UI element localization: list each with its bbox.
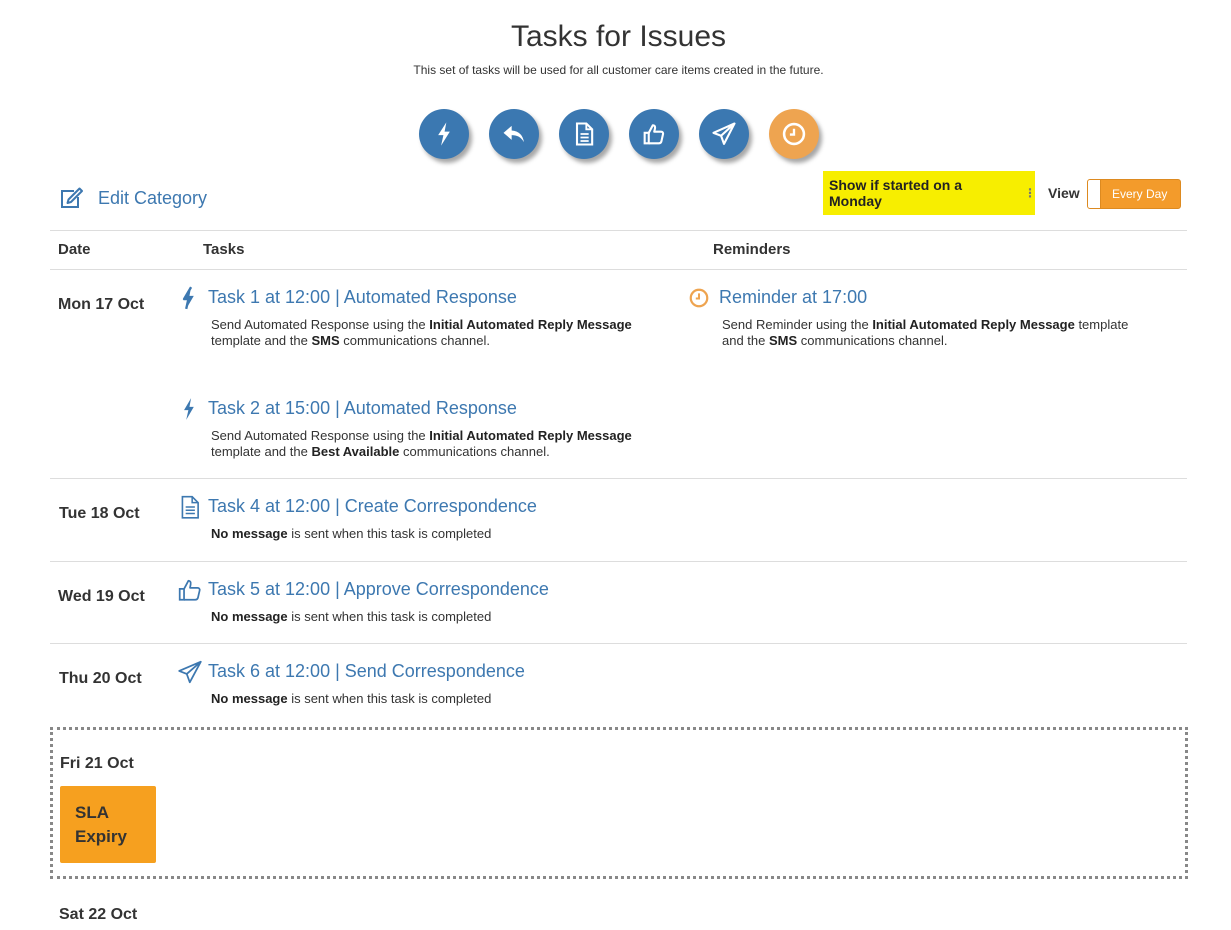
lightning-icon xyxy=(182,286,194,310)
send-icon xyxy=(712,122,736,145)
start-day-filter[interactable]: Show if started on a Monday ⋮ xyxy=(823,171,1036,215)
day-date: Tue 18 Oct xyxy=(59,505,140,522)
task-item: Task 2 at 15:00 | Automated Response Sen… xyxy=(177,398,632,460)
kebab-menu-icon: ⋮ xyxy=(1024,186,1036,200)
task-title-link[interactable]: Task 2 at 15:00 | Automated Response xyxy=(208,398,632,419)
reminder-button[interactable] xyxy=(769,109,819,159)
column-header-date: Date xyxy=(58,241,91,258)
reply-icon xyxy=(503,125,524,143)
edit-category-link[interactable]: Edit Category xyxy=(58,186,207,210)
divider xyxy=(50,561,1187,562)
day-date: Sat 22 Oct xyxy=(59,906,138,923)
reminder-title-link[interactable]: Reminder at 17:00 xyxy=(719,287,1128,308)
sla-expiry-badge[interactable]: SLA Expiry xyxy=(60,786,156,863)
reminder-description: Send Reminder using the Initial Automate… xyxy=(722,317,1129,348)
send-icon xyxy=(178,660,202,684)
start-day-filter-label: Show if started on a Monday xyxy=(829,177,963,209)
thumbs-up-icon xyxy=(643,124,665,145)
clock-icon xyxy=(689,288,709,308)
task-item: Task 4 at 12:00 | Create Correspondence … xyxy=(177,495,537,542)
reply-button[interactable] xyxy=(489,109,539,159)
page-subtitle: This set of tasks will be used for all c… xyxy=(413,63,824,77)
divider xyxy=(50,269,1187,270)
edit-category-label: Edit Category xyxy=(98,187,208,208)
task-description: No message is sent when this task is com… xyxy=(211,609,492,624)
day-date: Thu 20 Oct xyxy=(59,670,142,687)
sla-day-container xyxy=(50,727,1188,879)
document-icon xyxy=(575,122,594,146)
send-correspondence-button[interactable] xyxy=(699,109,749,159)
view-toggle[interactable]: Every Day xyxy=(1087,179,1181,209)
task-title-link[interactable]: Task 5 at 12:00 | Approve Correspondence xyxy=(208,579,549,600)
day-date: Fri 21 Oct xyxy=(60,755,134,772)
create-correspondence-button[interactable] xyxy=(559,109,609,159)
task-title-link[interactable]: Task 4 at 12:00 | Create Correspondence xyxy=(208,496,537,517)
task-description: Send Automated Response using the Initia… xyxy=(211,317,632,348)
approve-correspondence-button[interactable] xyxy=(629,109,679,159)
task-description: No message is sent when this task is com… xyxy=(211,691,492,706)
toggle-knob xyxy=(1088,180,1101,208)
clock-icon xyxy=(782,122,806,146)
task-item: Task 6 at 12:00 | Send Correspondence No… xyxy=(177,660,525,707)
automated-response-button[interactable] xyxy=(419,109,469,159)
day-date: Mon 17 Oct xyxy=(58,296,145,313)
view-label: View xyxy=(1048,185,1080,201)
task-description: No message is sent when this task is com… xyxy=(211,526,492,541)
divider xyxy=(50,643,1187,644)
column-header-reminders: Reminders xyxy=(713,241,791,258)
page-title: Tasks for Issues xyxy=(510,20,727,53)
document-icon xyxy=(181,495,199,519)
view-toggle-label: Every Day xyxy=(1112,187,1168,201)
divider xyxy=(50,230,1187,231)
thumbs-up-icon xyxy=(178,579,201,601)
column-header-tasks: Tasks xyxy=(203,241,245,258)
task-item: Task 5 at 12:00 | Approve Correspondence… xyxy=(177,579,549,625)
day-date: Wed 19 Oct xyxy=(58,588,145,605)
lightning-icon xyxy=(184,398,194,420)
edit-icon xyxy=(61,187,83,208)
reminder-item: Reminder at 17:00 Send Reminder using th… xyxy=(688,287,1128,349)
task-description: Send Automated Response using the Initia… xyxy=(211,428,632,459)
task-item: Task 1 at 12:00 | Automated Response Sen… xyxy=(177,286,632,349)
task-title-link[interactable]: Task 6 at 12:00 | Send Correspondence xyxy=(208,661,525,682)
task-title-link[interactable]: Task 1 at 12:00 | Automated Response xyxy=(208,287,632,308)
divider xyxy=(50,478,1187,479)
lightning-icon xyxy=(438,122,450,146)
task-type-toolbar xyxy=(419,109,819,159)
